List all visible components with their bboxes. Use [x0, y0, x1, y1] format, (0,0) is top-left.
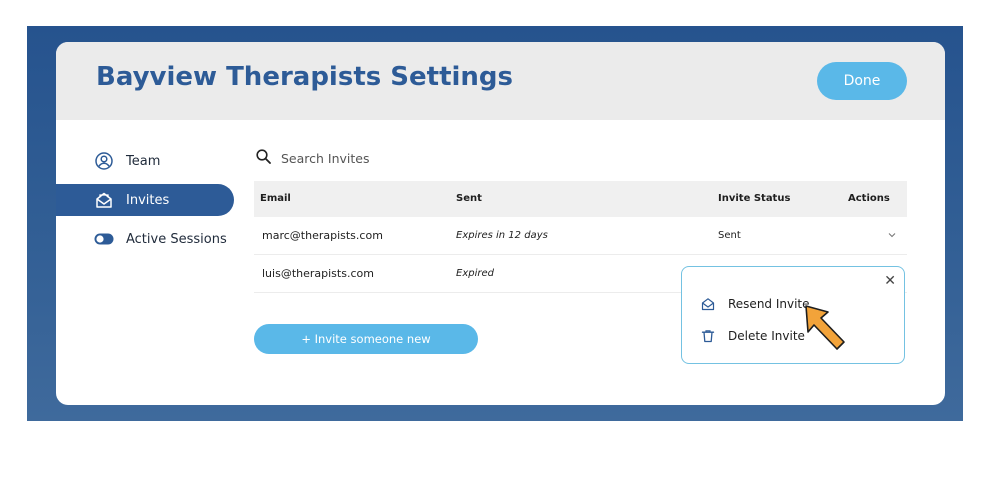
pointer-arrow-icon: [800, 302, 848, 356]
menu-item-label: Resend Invite: [728, 297, 810, 311]
sidebar-item-active-sessions[interactable]: Active Sessions: [56, 223, 234, 255]
done-button[interactable]: Done: [817, 62, 907, 100]
envelope-open-icon: [94, 190, 114, 210]
invite-actions-popup: ✕ Resend Invite Delete Invite: [681, 266, 905, 364]
toggle-icon: [94, 229, 114, 249]
menu-item-label: Delete Invite: [728, 329, 805, 343]
sidebar-item-label: Active Sessions: [126, 231, 227, 247]
table-row: marc@therapists.com Expires in 12 days S…: [254, 217, 907, 255]
column-header-actions: Actions: [848, 193, 890, 204]
close-icon[interactable]: ✕: [884, 273, 896, 289]
sidebar-item-team[interactable]: Team: [56, 145, 234, 177]
trash-icon: [700, 328, 716, 344]
table-header: Email Sent Invite Status Actions: [254, 181, 907, 217]
page-title: Bayview Therapists Settings: [96, 62, 514, 92]
column-header-email: Email: [260, 193, 291, 204]
resend-invite-menu-item[interactable]: Resend Invite: [700, 293, 810, 315]
user-circle-icon: [94, 151, 114, 171]
column-header-sent: Sent: [456, 193, 482, 204]
column-header-invite-status: Invite Status: [718, 193, 791, 204]
settings-header: Bayview Therapists Settings Done: [56, 42, 945, 120]
row-sent: Expires in 12 days: [456, 230, 548, 241]
row-email: marc@therapists.com: [262, 229, 383, 242]
sidebar-item-label: Team: [126, 153, 161, 169]
search-input[interactable]: [279, 149, 523, 167]
delete-invite-menu-item[interactable]: Delete Invite: [700, 325, 805, 347]
envelope-open-icon: [700, 296, 716, 312]
row-status: Sent: [718, 230, 741, 241]
invite-someone-new-button[interactable]: + Invite someone new: [254, 324, 478, 354]
search-bar: [256, 147, 556, 169]
row-sent: Expired: [456, 268, 494, 279]
search-icon: [256, 148, 271, 168]
sidebar-item-label: Invites: [126, 192, 170, 208]
chevron-down-icon[interactable]: [888, 216, 896, 253]
row-email: luis@therapists.com: [262, 267, 374, 280]
sidebar-item-invites[interactable]: Invites: [56, 184, 234, 216]
